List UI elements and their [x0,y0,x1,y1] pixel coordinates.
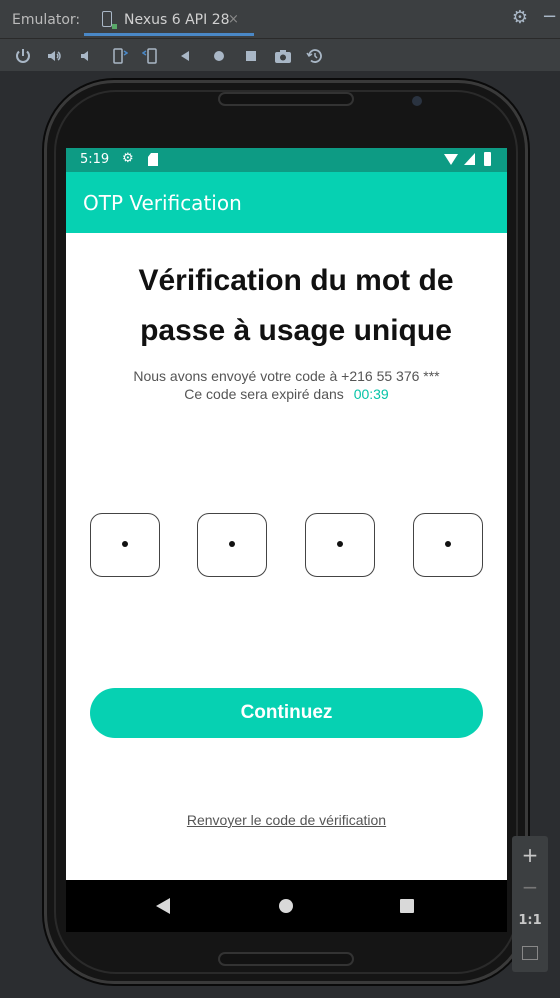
sent-code-info: Nous avons envoyé votre code à +216 55 3… [133,368,440,384]
phone-screen: 5:19 ⚙ OTP Verification Vérification du … [66,148,507,880]
nav-recents-icon[interactable] [400,899,414,913]
nav-home-icon[interactable] [279,899,293,913]
left-frame-border [0,72,6,998]
battery-icon [484,152,491,166]
placeholder-dot [229,541,235,547]
countdown-timer: 00:39 [353,386,389,402]
sd-card-icon [148,153,158,166]
nav-back-icon[interactable] [156,898,170,914]
placeholder-dot [337,541,343,547]
fit-screen-icon[interactable] [522,946,538,960]
screenshot-icon[interactable] [272,45,294,67]
device-icon [102,11,117,29]
status-time: 5:19 [80,152,110,167]
volume-up-icon[interactable] [44,45,66,67]
top-speaker [218,92,354,106]
front-camera [412,96,422,106]
rotate-right-icon[interactable] [140,45,162,67]
placeholder-dot [122,541,128,547]
expiry-info: Ce code sera expiré dans 00:39 [66,386,507,402]
resend-code-link[interactable]: Renvoyer le code de vérification [66,812,507,828]
tab-title: Nexus 6 API 28 [124,12,230,28]
back-icon[interactable] [174,45,196,67]
home-icon[interactable] [208,45,230,67]
zoom-out-button[interactable]: − [512,872,548,902]
settings-status-icon: ⚙ [122,151,134,166]
power-icon[interactable] [12,45,34,67]
otp-input-2[interactable] [197,513,267,577]
volume-down-icon[interactable] [76,45,98,67]
placeholder-dot [445,541,451,547]
page-title: Vérification du mot de passe à usage uni… [138,264,454,347]
expiry-label: Ce code sera expiré dans [184,386,344,402]
otp-input-4[interactable] [413,513,483,577]
gear-icon[interactable]: ⚙ [510,8,530,28]
close-icon[interactable]: × [228,12,239,27]
rotate-left-icon[interactable] [108,45,130,67]
android-nav-bar [66,880,507,932]
app-bar: OTP Verification [66,172,507,233]
emulator-toolbar [0,39,560,71]
overview-icon[interactable] [240,45,262,67]
emulator-label: Emulator: [12,12,81,28]
app-bar-title: OTP Verification [83,191,242,215]
zoom-1-1-button[interactable]: 1:1 [512,906,548,936]
snapshot-icon[interactable] [304,45,326,67]
continue-button[interactable]: Continuez [90,688,483,738]
wifi-icon [444,154,458,165]
zoom-controls: + − 1:1 [512,836,548,972]
status-bar: 5:19 ⚙ [66,148,507,172]
tab-nexus-6[interactable]: Nexus 6 API 28 × [84,4,254,36]
zoom-in-button[interactable]: + [512,840,548,870]
minimize-icon[interactable]: − [542,8,560,28]
otp-input-3[interactable] [305,513,375,577]
otp-input-1[interactable] [90,513,160,577]
emulator-title-bar: Emulator: Nexus 6 API 28 × ⚙ − [0,0,560,39]
signal-icon [464,153,475,165]
bottom-speaker [218,952,354,966]
